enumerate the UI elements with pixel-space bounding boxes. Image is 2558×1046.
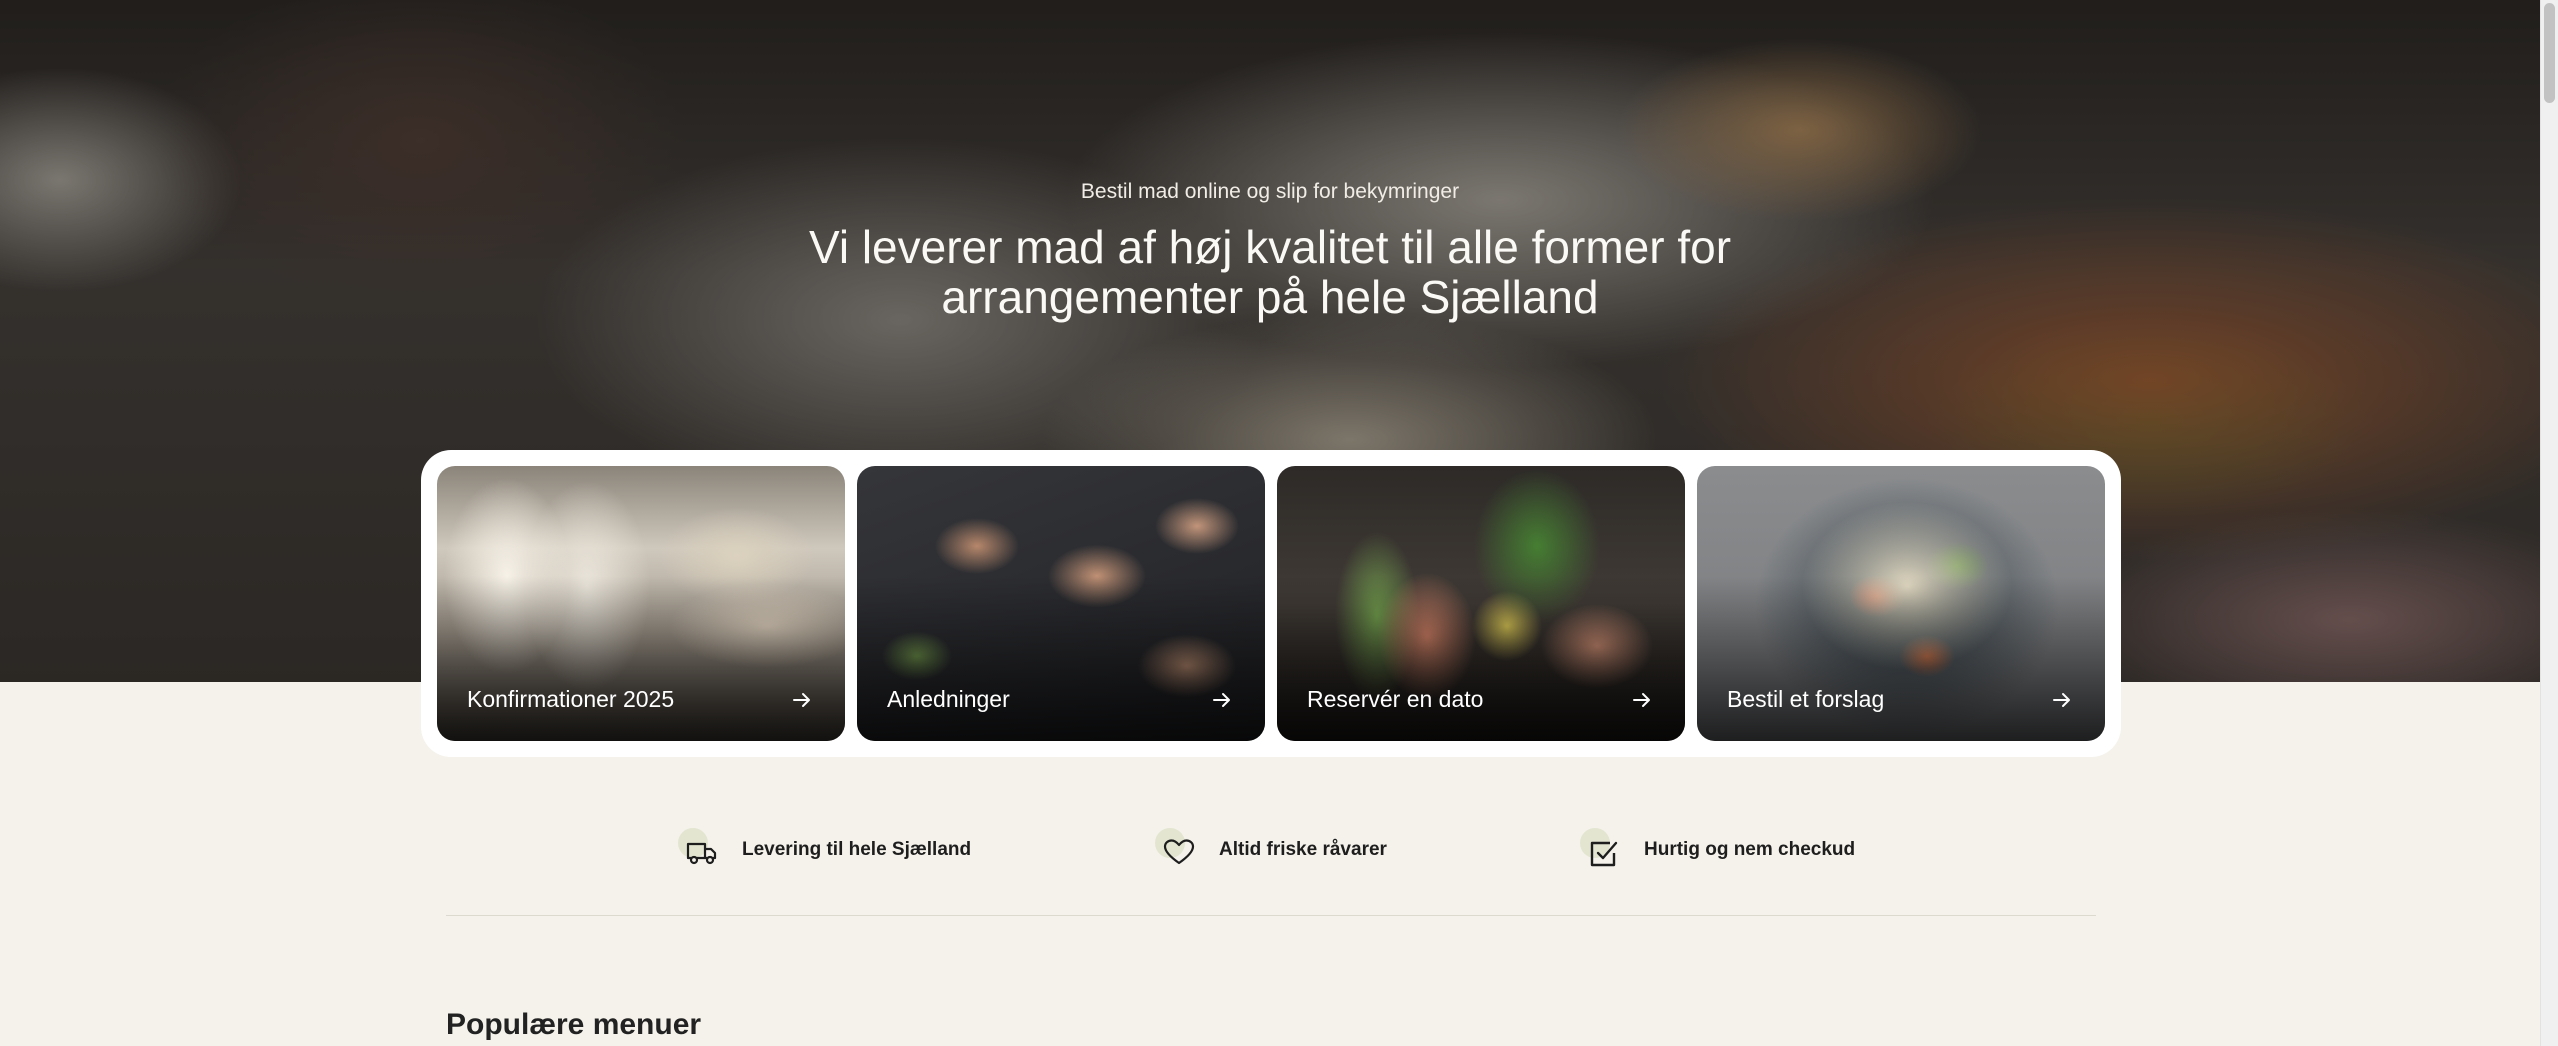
category-cards: Konfirmationer 2025 Anledninger Reservér… xyxy=(421,450,2121,757)
scrollbar[interactable] xyxy=(2540,0,2558,1046)
card-reserver-dato[interactable]: Reservér en dato xyxy=(1277,466,1685,741)
arrow-right-icon xyxy=(2053,693,2070,707)
section-title: Populære menuer xyxy=(446,1008,702,1041)
feature-checkout: Hurtig og nem checkud xyxy=(1580,825,1855,875)
feature-label: Hurtig og nem checkud xyxy=(1644,839,1856,860)
card-label: Anledninger xyxy=(887,686,1010,712)
truck-icon xyxy=(678,828,722,872)
card-label: Reservér en dato xyxy=(1307,686,1484,712)
feature-fresh: Altid friske råvarer xyxy=(1155,825,1387,875)
checkbox-icon xyxy=(1580,828,1624,872)
hero-title: Vi leverer mad af høj kvalitet til alle … xyxy=(808,221,1732,323)
arrow-right-icon xyxy=(1213,693,1230,707)
heart-icon xyxy=(1155,828,1199,872)
card-bestil-forslag[interactable]: Bestil et forslag xyxy=(1697,466,2105,741)
arrow-right-icon xyxy=(1633,693,1650,707)
divider xyxy=(446,915,2096,916)
hero-eyebrow: Bestil mad online og slip for bekymringe… xyxy=(1080,180,1460,203)
card-label: Bestil et forslag xyxy=(1727,686,1885,712)
card-anledninger[interactable]: Anledninger xyxy=(857,466,1265,741)
feature-label: Levering til hele Sjælland xyxy=(742,839,972,860)
card-konfirmationer[interactable]: Konfirmationer 2025 xyxy=(437,466,845,741)
feature-label: Altid friske råvarer xyxy=(1219,839,1387,860)
arrow-right-icon xyxy=(793,693,810,707)
feature-delivery: Levering til hele Sjælland xyxy=(678,825,971,875)
page: Bestil mad online og slip for bekymringe… xyxy=(0,0,2558,1046)
card-label: Konfirmationer 2025 xyxy=(467,686,675,712)
scrollbar-thumb[interactable] xyxy=(2544,3,2555,103)
